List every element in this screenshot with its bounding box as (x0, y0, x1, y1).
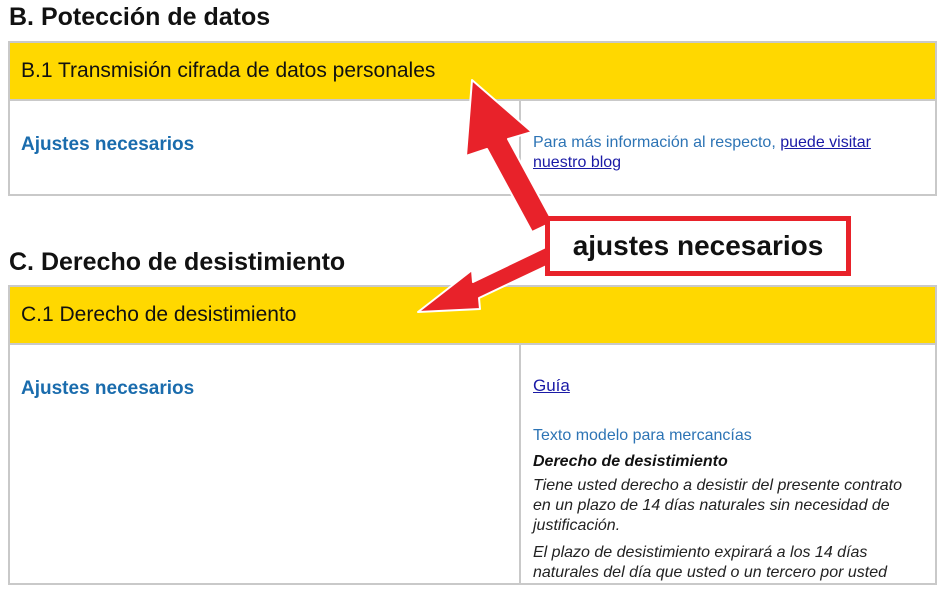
section-c-settings-label: Ajustes necesarios (21, 378, 195, 399)
section-b-settings-label: Ajustes necesarios (21, 134, 195, 155)
section-c-left-cell: Ajustes necesarios (10, 345, 521, 585)
section-b-right-cell: Para más información al respecto, puede … (521, 101, 935, 196)
template-paragraph-2: El plazo de desistimiento expirará a los… (533, 544, 888, 581)
guide-link[interactable]: Guía (533, 376, 570, 395)
section-c-heading: C. Derecho de desistimiento (9, 248, 346, 276)
section-b-box-title: B.1 Transmisión cifrada de datos persona… (10, 43, 935, 101)
template-label: Texto modelo para mercancías (533, 427, 752, 444)
section-b-info: Para más información al respecto, puede … (533, 133, 915, 173)
section-b-heading: B. Potección de datos (9, 3, 271, 31)
annotation-label: ajustes necesarios (545, 216, 851, 276)
template-paragraph-1: Tiene usted derecho a desistir del prese… (533, 477, 902, 534)
template-title: Derecho de desistimiento (533, 453, 728, 470)
section-c-right-cell: Guía Texto modelo para mercancías Derech… (521, 345, 935, 585)
section-c-box-title: C.1 Derecho de desistimiento (10, 287, 935, 345)
section-b-box: B.1 Transmisión cifrada de datos persona… (8, 41, 937, 196)
section-b-info-text: Para más información al respecto, (533, 134, 781, 151)
section-c-box: C.1 Derecho de desistimiento Ajustes nec… (8, 285, 937, 585)
section-b-left-cell: Ajustes necesarios (10, 101, 521, 196)
